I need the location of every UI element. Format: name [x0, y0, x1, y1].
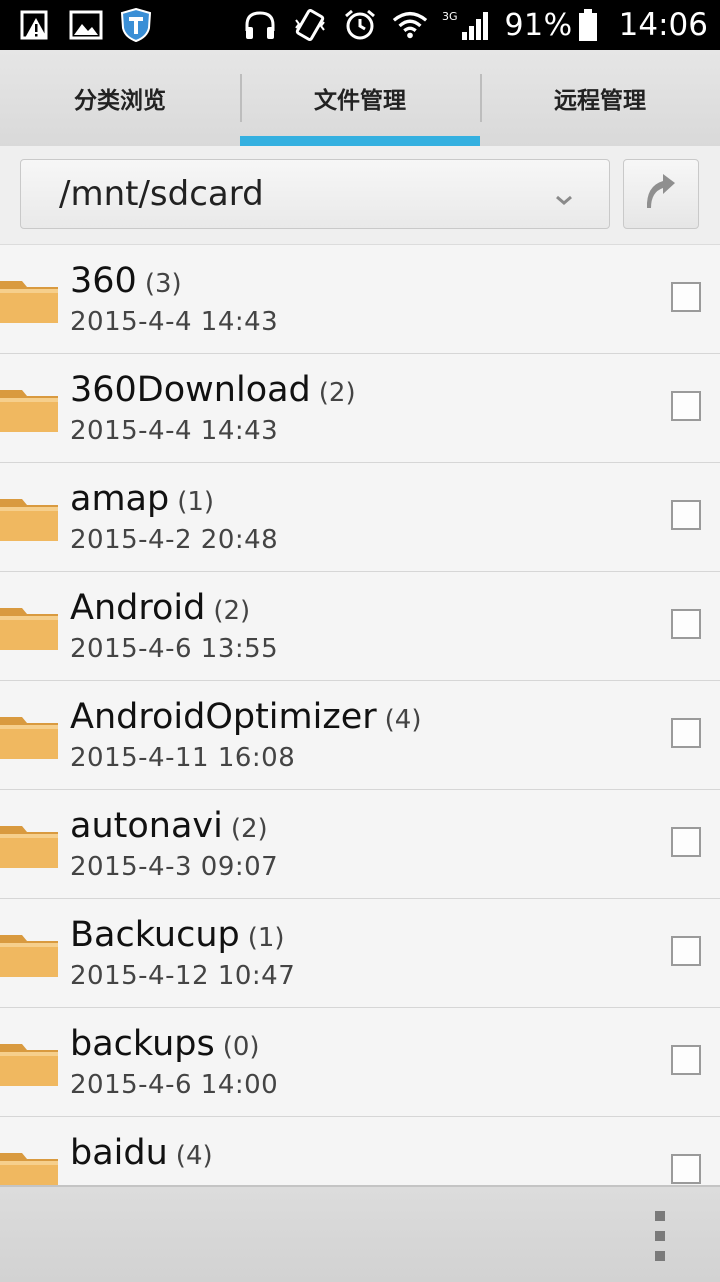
- file-name-line: Backucup (1): [70, 915, 285, 955]
- file-row[interactable]: Backucup (1) 2015-4-12 10:47: [0, 899, 720, 1008]
- modified-date: 2015-4-4 14:43: [70, 307, 279, 337]
- battery-percent: 91%: [504, 7, 573, 43]
- folder-icon: [0, 931, 60, 977]
- file-name: 360Download: [70, 370, 311, 410]
- folder-icon: [0, 386, 60, 432]
- select-checkbox[interactable]: [671, 827, 701, 857]
- select-checkbox[interactable]: [671, 609, 701, 639]
- item-count: (1): [247, 923, 285, 953]
- up-arrow-icon: [641, 172, 681, 216]
- modified-date: 2015-4-11 16:08: [70, 743, 296, 773]
- tab-label: 分类浏览: [74, 88, 166, 114]
- item-count: (2): [318, 378, 356, 408]
- file-name-line: AndroidOptimizer (4): [70, 697, 422, 737]
- select-checkbox[interactable]: [671, 1045, 701, 1075]
- file-row[interactable]: AndroidOptimizer (4) 2015-4-11 16:08: [0, 681, 720, 790]
- item-count: (3): [144, 269, 182, 299]
- file-row[interactable]: amap (1) 2015-4-2 20:48: [0, 463, 720, 572]
- file-name-line: amap (1): [70, 479, 214, 519]
- modified-date: 2015-4-6 13:55: [70, 634, 279, 664]
- path-dropdown[interactable]: /mnt/sdcard: [20, 159, 610, 229]
- item-count: (2): [230, 814, 268, 844]
- file-list: 360 (3) 2015-4-4 14:43 360Download (2) 2015-4…: [0, 245, 720, 1185]
- headset-icon: [242, 8, 278, 42]
- file-name-line: 360Download (2): [70, 370, 356, 410]
- file-name: backups: [70, 1024, 215, 1064]
- clock: 14:06: [618, 7, 708, 43]
- file-row[interactable]: Android (2) 2015-4-6 13:55: [0, 572, 720, 681]
- wifi-icon: [392, 8, 428, 42]
- menu-dot: [655, 1251, 665, 1261]
- item-count: (2): [213, 596, 251, 626]
- file-row[interactable]: baidu (4): [0, 1117, 720, 1185]
- select-checkbox[interactable]: [671, 1154, 701, 1184]
- folder-icon: [0, 604, 60, 650]
- select-checkbox[interactable]: [671, 718, 701, 748]
- file-name-line: baidu (4): [70, 1133, 213, 1173]
- file-name: 360: [70, 261, 137, 301]
- folder-icon: [0, 495, 60, 541]
- file-name: baidu: [70, 1133, 168, 1173]
- bottom-bar: [0, 1185, 720, 1282]
- modified-date: 2015-4-4 14:43: [70, 416, 279, 446]
- alarm-icon: [342, 8, 378, 42]
- shield-icon: [118, 8, 154, 42]
- parent-directory-button[interactable]: [623, 159, 699, 229]
- item-count: (4): [175, 1141, 213, 1171]
- modified-date: 2015-4-12 10:47: [70, 961, 296, 991]
- file-row[interactable]: autonavi (2) 2015-4-3 09:07: [0, 790, 720, 899]
- modified-date: 2015-4-3 09:07: [70, 852, 279, 882]
- file-name: Backucup: [70, 915, 240, 955]
- file-name-line: autonavi (2): [70, 806, 268, 846]
- folder-icon: [0, 713, 60, 759]
- status-bar: 3G 91% 14:06: [0, 0, 720, 50]
- tab-label: 文件管理: [314, 88, 406, 114]
- menu-dot: [655, 1211, 665, 1221]
- item-count: (1): [177, 487, 215, 517]
- tab-remote-management[interactable]: 远程管理: [480, 50, 720, 146]
- chevron-down-icon: [553, 180, 575, 220]
- network-type: 3G: [442, 10, 458, 23]
- folder-icon: [0, 822, 60, 868]
- path-bar: /mnt/sdcard: [0, 146, 720, 245]
- item-count: (0): [222, 1032, 260, 1062]
- file-row[interactable]: 360 (3) 2015-4-4 14:43: [0, 245, 720, 354]
- folder-icon: [0, 1149, 60, 1185]
- battery-icon: [577, 8, 599, 42]
- file-name: autonavi: [70, 806, 223, 846]
- current-path: /mnt/sdcard: [59, 174, 264, 214]
- menu-dot: [655, 1231, 665, 1241]
- warning-icon: [18, 8, 54, 42]
- tab-file-management[interactable]: 文件管理: [240, 50, 480, 146]
- file-name: amap: [70, 479, 170, 519]
- select-checkbox[interactable]: [671, 391, 701, 421]
- file-name-line: backups (0): [70, 1024, 260, 1064]
- tab-bar: 分类浏览 文件管理 远程管理: [0, 50, 720, 147]
- modified-date: 2015-4-6 14:00: [70, 1070, 279, 1100]
- tab-label: 远程管理: [554, 88, 646, 114]
- file-row[interactable]: backups (0) 2015-4-6 14:00: [0, 1008, 720, 1117]
- select-checkbox[interactable]: [671, 282, 701, 312]
- vibrate-icon: [292, 8, 328, 42]
- folder-icon: [0, 277, 60, 323]
- item-count: (4): [384, 705, 422, 735]
- file-row[interactable]: 360Download (2) 2015-4-4 14:43: [0, 354, 720, 463]
- file-name: Android: [70, 588, 206, 628]
- image-icon: [68, 8, 104, 42]
- modified-date: 2015-4-2 20:48: [70, 525, 279, 555]
- file-name: AndroidOptimizer: [70, 697, 377, 737]
- file-name-line: Android (2): [70, 588, 250, 628]
- signal-icon: 3G: [442, 8, 490, 42]
- select-checkbox[interactable]: [671, 500, 701, 530]
- folder-icon: [0, 1040, 60, 1086]
- overflow-menu-button[interactable]: [640, 1211, 680, 1261]
- file-name-line: 360 (3): [70, 261, 182, 301]
- select-checkbox[interactable]: [671, 936, 701, 966]
- tab-category-browse[interactable]: 分类浏览: [0, 50, 240, 146]
